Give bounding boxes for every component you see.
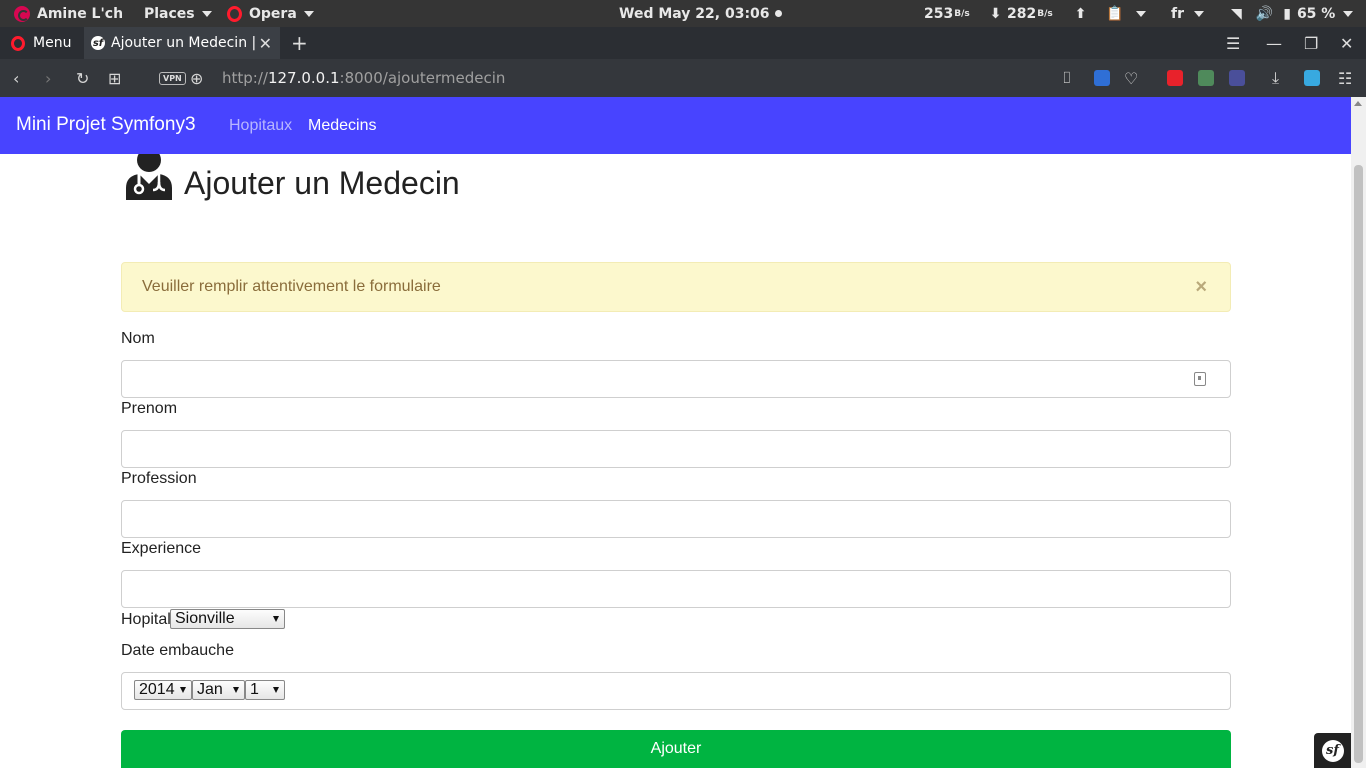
arrow-down-icon: ⬇	[989, 5, 1002, 22]
browser-tab[interactable]: sf Ajouter un Medecin | ✕	[84, 27, 280, 59]
close-icon[interactable]: ×	[1195, 276, 1207, 299]
window-close-icon[interactable]: ✕	[1340, 27, 1353, 59]
debian-icon	[14, 5, 30, 22]
download-icon[interactable]: ⤓	[1272, 59, 1279, 97]
extension-red-icon[interactable]	[1167, 70, 1183, 86]
battery-level: 65 %	[1296, 5, 1336, 22]
arrow-up-icon: ⬆	[1074, 5, 1087, 22]
nom-label: Nom	[121, 330, 155, 347]
date-day-select[interactable]: 1	[245, 680, 285, 700]
chevron-down-icon	[303, 10, 314, 17]
clipboard-menu[interactable]: 📋	[1106, 0, 1147, 27]
tab-strip: Menu sf Ajouter un Medecin | ✕ + ☰ — ❐ ✕	[0, 27, 1366, 59]
profession-input[interactable]	[121, 500, 1231, 538]
vpn-badge: VPN	[159, 71, 186, 85]
php-icon[interactable]	[1229, 70, 1245, 86]
experience-input[interactable]	[121, 570, 1231, 608]
symfony-icon: sf	[91, 36, 105, 50]
navbar-brand[interactable]: Mini Projet Symfony3	[16, 114, 196, 136]
heart-icon[interactable]: ♡	[1124, 59, 1138, 97]
volume-icon: 🔊	[1255, 5, 1274, 22]
system-top-bar: Amine L'ch Places Opera Wed May 22, 03:0…	[0, 0, 1366, 27]
speed-dial-icon[interactable]: ⊞	[108, 59, 121, 97]
chevron-down-icon	[201, 10, 212, 17]
chevron-down-icon	[1136, 10, 1147, 17]
network-speed-down: 253 B/s ⬇	[924, 5, 1002, 22]
password-manager-icon[interactable]	[1194, 372, 1206, 386]
prenom-input[interactable]	[121, 430, 1231, 468]
back-icon[interactable]: ‹	[13, 59, 19, 97]
adblock-icon[interactable]	[1094, 70, 1110, 86]
menu-label: Menu	[33, 35, 72, 51]
network-speed-up: 282 B/s ⬆	[1007, 5, 1087, 22]
symfony-debug-toolbar[interactable]: sf	[1314, 733, 1351, 768]
restore-icon[interactable]: ❐	[1304, 27, 1318, 59]
navbar: Mini Projet Symfony3 Hopitaux Medecins	[0, 97, 1351, 154]
easy-setup-icon[interactable]: ☷	[1338, 59, 1352, 97]
globe-icon: ⊕	[190, 68, 204, 88]
datetime: Wed May 22, 03:06	[619, 5, 770, 22]
new-tab-button[interactable]: +	[291, 31, 308, 55]
tab-title: Ajouter un Medecin |	[111, 35, 257, 51]
minimize-icon[interactable]: —	[1266, 27, 1282, 59]
scrollbar-thumb[interactable]	[1354, 165, 1363, 763]
prenom-label: Prenom	[121, 400, 178, 417]
date-year-select[interactable]: 2014	[134, 680, 192, 700]
places-label: Places	[144, 5, 195, 22]
profession-label: Profession	[121, 470, 197, 487]
page-title: Ajouter un Medecin	[184, 165, 460, 201]
clipboard-icon: 📋	[1106, 5, 1124, 22]
opera-icon	[11, 35, 25, 51]
url-field[interactable]: http://127.0.0.1:8000/ajoutermedecin	[222, 59, 505, 97]
alert-warning: Veuiller remplir attentivement le formul…	[121, 262, 1231, 312]
web-page: Mini Projet Symfony3 Hopitaux Medecins A…	[0, 97, 1351, 768]
opera-icon	[227, 5, 242, 22]
notification-dot-icon	[774, 10, 782, 17]
keyboard-layout: fr	[1171, 5, 1184, 22]
keyboard-layout-menu[interactable]: fr	[1171, 0, 1204, 27]
nav-link-medecins[interactable]: Medecins	[308, 117, 376, 135]
nav-link-hopitaux[interactable]: Hopitaux	[229, 117, 292, 135]
chevron-down-icon	[1194, 10, 1204, 17]
camera-icon[interactable]: ⌷	[1062, 59, 1072, 97]
date-month-select[interactable]: Jan	[192, 680, 245, 700]
places-menu[interactable]: Places	[144, 0, 212, 27]
reload-icon[interactable]: ↻	[76, 59, 89, 97]
nom-input[interactable]	[121, 360, 1231, 398]
clock[interactable]: Wed May 22, 03:06	[619, 0, 782, 27]
opera-menu-button[interactable]: Menu	[0, 27, 84, 59]
address-bar: ‹ › ↻ ⊞ VPN ⊕ http://127.0.0.1:8000/ajou…	[0, 59, 1366, 97]
experience-label: Experience	[121, 540, 202, 557]
status-menu[interactable]: ◥ 🔊 ▮ 65 %	[1231, 0, 1354, 27]
symfony-icon: sf	[1321, 739, 1344, 762]
chevron-down-icon	[233, 687, 239, 693]
battery-icon: ▮	[1283, 5, 1291, 22]
scroll-up-icon[interactable]	[1354, 101, 1362, 106]
page-scrollbar[interactable]	[1351, 97, 1366, 768]
user-menu[interactable]: Amine L'ch	[14, 0, 123, 27]
ajouter-button[interactable]: Ajouter	[121, 730, 1231, 768]
user-name: Amine L'ch	[37, 5, 124, 22]
hopital-label: Hopital	[121, 611, 171, 628]
chevron-down-icon	[273, 616, 279, 622]
extension-cube-icon[interactable]	[1198, 70, 1214, 86]
forward-icon[interactable]: ›	[45, 59, 51, 97]
doctor-icon	[126, 154, 172, 200]
chevron-down-icon	[1343, 10, 1354, 17]
close-icon[interactable]: ✕	[259, 34, 272, 53]
battery-saver-icon[interactable]	[1304, 70, 1320, 86]
chevron-down-icon	[180, 687, 186, 693]
hopital-select[interactable]: Sionville	[170, 609, 285, 629]
tab-menu-icon[interactable]: ☰	[1226, 27, 1240, 59]
vpn-button[interactable]: VPN	[159, 59, 186, 97]
alert-message: Veuiller remplir attentivement le formul…	[142, 278, 441, 295]
wifi-icon: ◥	[1231, 5, 1242, 22]
app-menu[interactable]: Opera	[227, 0, 314, 27]
chevron-down-icon	[273, 687, 279, 693]
date-embauche-label: Date embauche	[121, 642, 234, 659]
app-label: Opera	[249, 5, 297, 22]
date-embauche-group	[121, 672, 1231, 710]
